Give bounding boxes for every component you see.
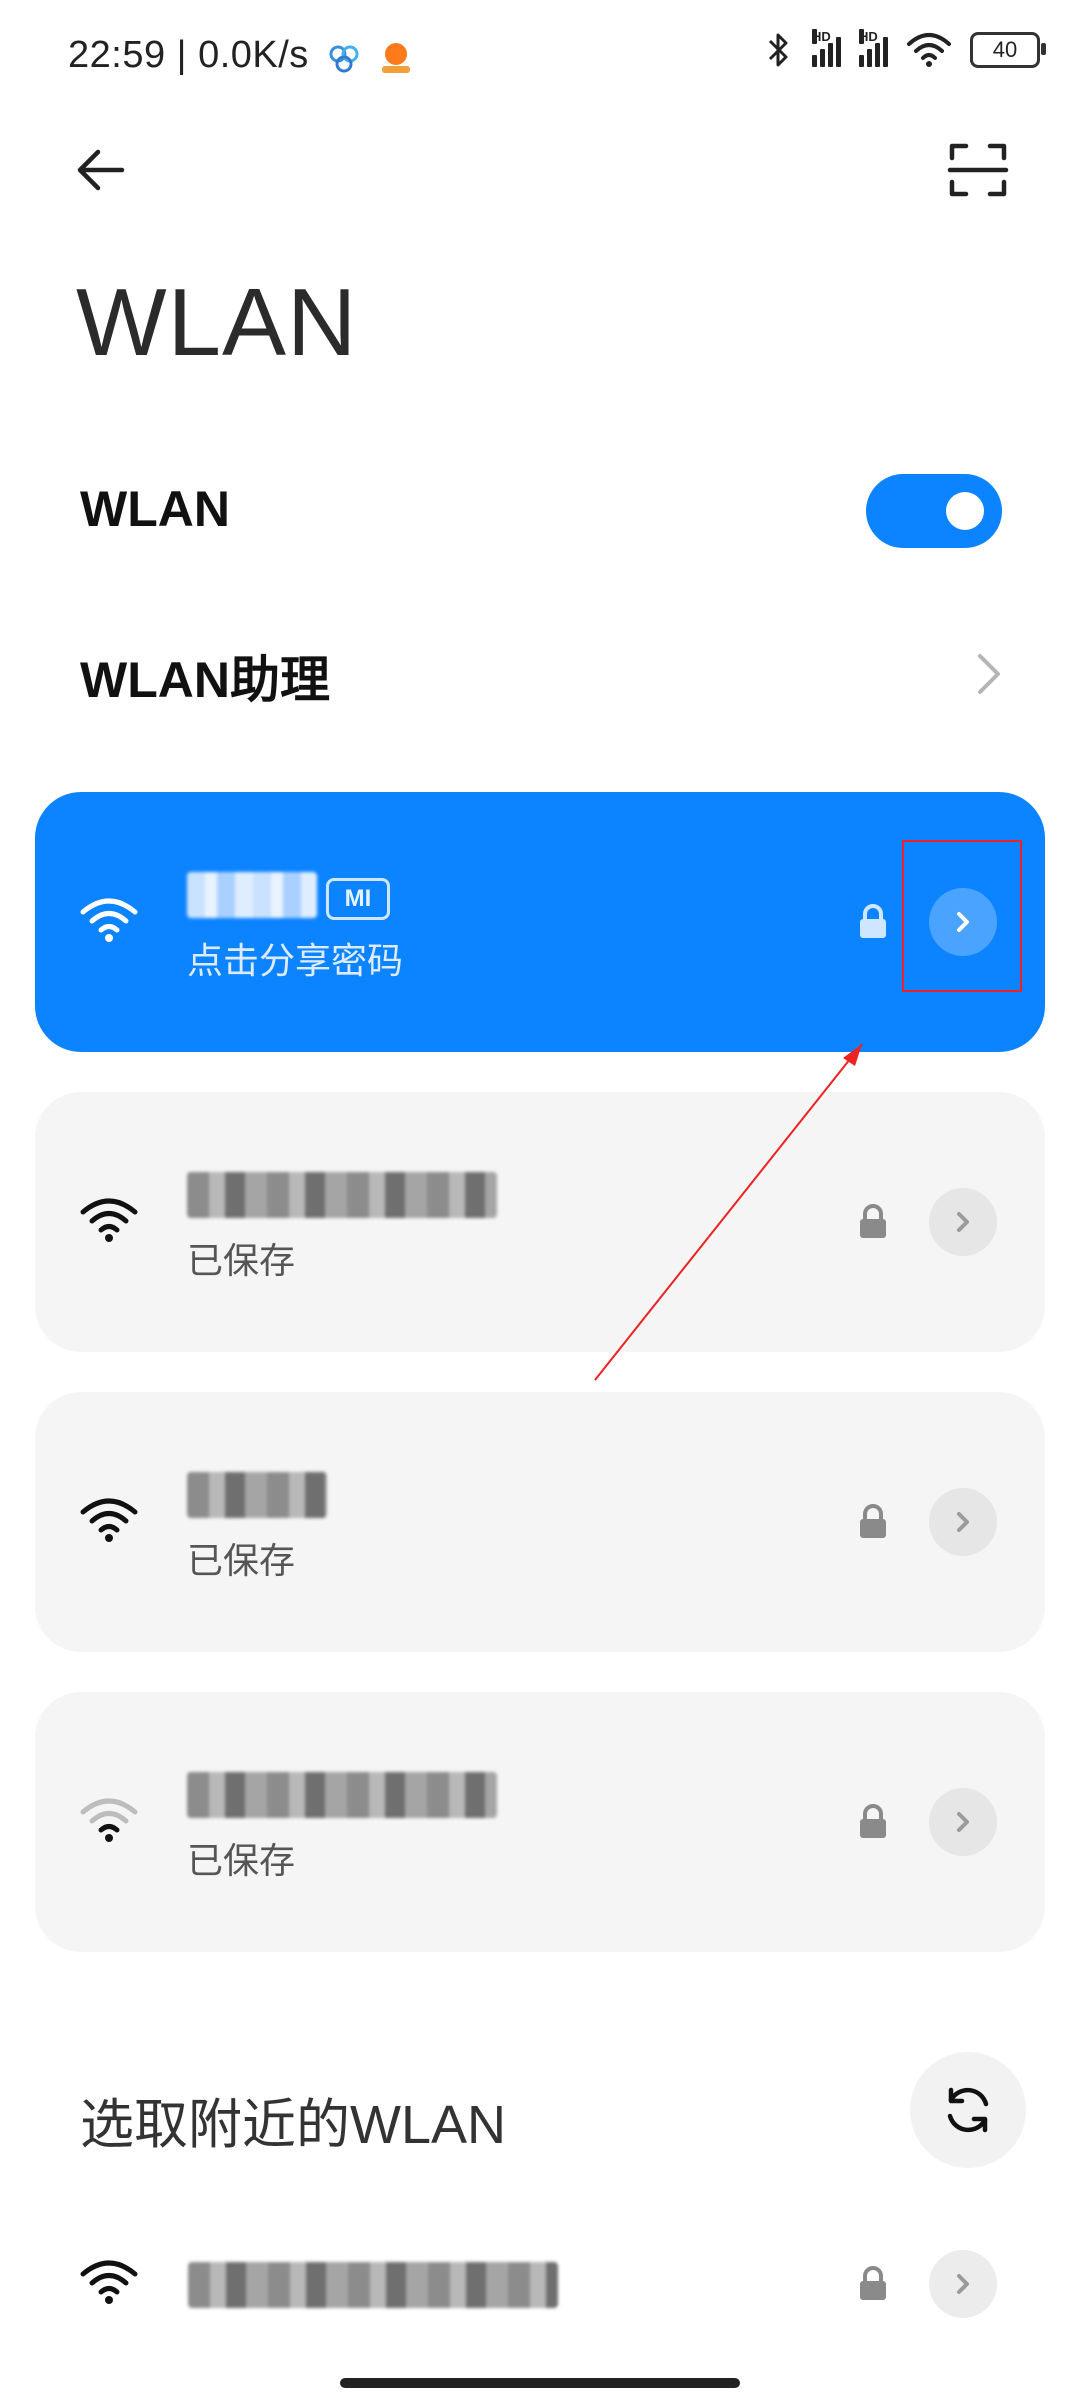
nearby-networks-title: 选取附近的WLAN xyxy=(80,2095,507,2155)
app-notification-icon xyxy=(329,45,359,73)
toggle-knob xyxy=(946,492,984,530)
network-status: 已保存 xyxy=(187,1240,296,1281)
network-name-redacted xyxy=(187,1472,327,1518)
network-status: 点击分享密码 xyxy=(187,940,404,981)
refresh-button[interactable] xyxy=(910,2052,1026,2168)
wifi-signal-icon xyxy=(80,1498,138,1542)
home-indicator[interactable] xyxy=(340,2378,740,2388)
status-icons: HD HD 40 xyxy=(764,29,1046,70)
wifi-status-icon xyxy=(907,33,951,67)
signal-icon-sim2: HD xyxy=(859,29,888,67)
annotation-arrow xyxy=(594,1043,863,1381)
wifi-network-saved[interactable]: 已保存 xyxy=(35,1092,1045,1352)
network-name-redacted xyxy=(188,2262,558,2308)
signal-icon-sim1: HD xyxy=(812,29,841,67)
chevron-right-icon xyxy=(957,1512,969,1532)
bluetooth-icon xyxy=(768,33,788,67)
status-bar: 22:59 | 0.0K/s HD HD 40 xyxy=(0,0,1080,110)
status-time: 22:59 | 0.0K/s xyxy=(68,34,309,76)
lock-icon xyxy=(860,1804,886,1838)
network-name-redacted xyxy=(187,1772,497,1818)
refresh-icon xyxy=(947,2087,989,2133)
battery-icon: 40 xyxy=(970,32,1046,68)
network-details-button[interactable] xyxy=(929,1188,997,1256)
network-status: 已保存 xyxy=(187,1540,296,1581)
lock-icon xyxy=(860,904,886,938)
chevron-right-icon xyxy=(957,1212,969,1232)
network-name-redacted xyxy=(187,872,317,918)
wifi-signal-icon xyxy=(80,2260,138,2304)
network-details-button[interactable] xyxy=(929,1788,997,1856)
wlan-toggle-switch[interactable] xyxy=(866,474,1002,548)
wifi-network-saved[interactable]: 已保存 xyxy=(35,1392,1045,1652)
chevron-right-icon[interactable] xyxy=(972,650,1004,698)
wifi-signal-icon xyxy=(80,898,138,942)
lock-icon xyxy=(860,1504,886,1538)
app-notification-icon-2 xyxy=(382,43,410,73)
annotation-highlight-box xyxy=(902,840,1022,992)
back-arrow-icon[interactable] xyxy=(70,138,134,202)
nearby-network-row[interactable] xyxy=(0,2230,1080,2340)
wifi-signal-weak-icon xyxy=(80,1798,138,1842)
network-name-redacted xyxy=(187,1172,497,1218)
wifi-network-connected[interactable]: MI 点击分享密码 xyxy=(35,792,1045,1052)
mi-badge: MI xyxy=(326,878,390,920)
chevron-right-icon xyxy=(957,1812,969,1832)
wifi-signal-icon xyxy=(80,1198,138,1242)
network-details-button[interactable] xyxy=(929,1488,997,1556)
wlan-assistant-label[interactable]: WLAN助理 xyxy=(80,640,330,712)
network-details-button[interactable] xyxy=(929,2250,997,2318)
network-status: 已保存 xyxy=(187,1840,296,1881)
lock-icon xyxy=(860,2266,886,2300)
wifi-network-saved[interactable]: 已保存 xyxy=(35,1692,1045,1952)
page-title: WLAN xyxy=(76,269,358,376)
chevron-right-icon xyxy=(957,2274,969,2294)
scan-qr-icon[interactable] xyxy=(946,138,1010,202)
wlan-toggle-label: WLAN xyxy=(80,481,230,537)
